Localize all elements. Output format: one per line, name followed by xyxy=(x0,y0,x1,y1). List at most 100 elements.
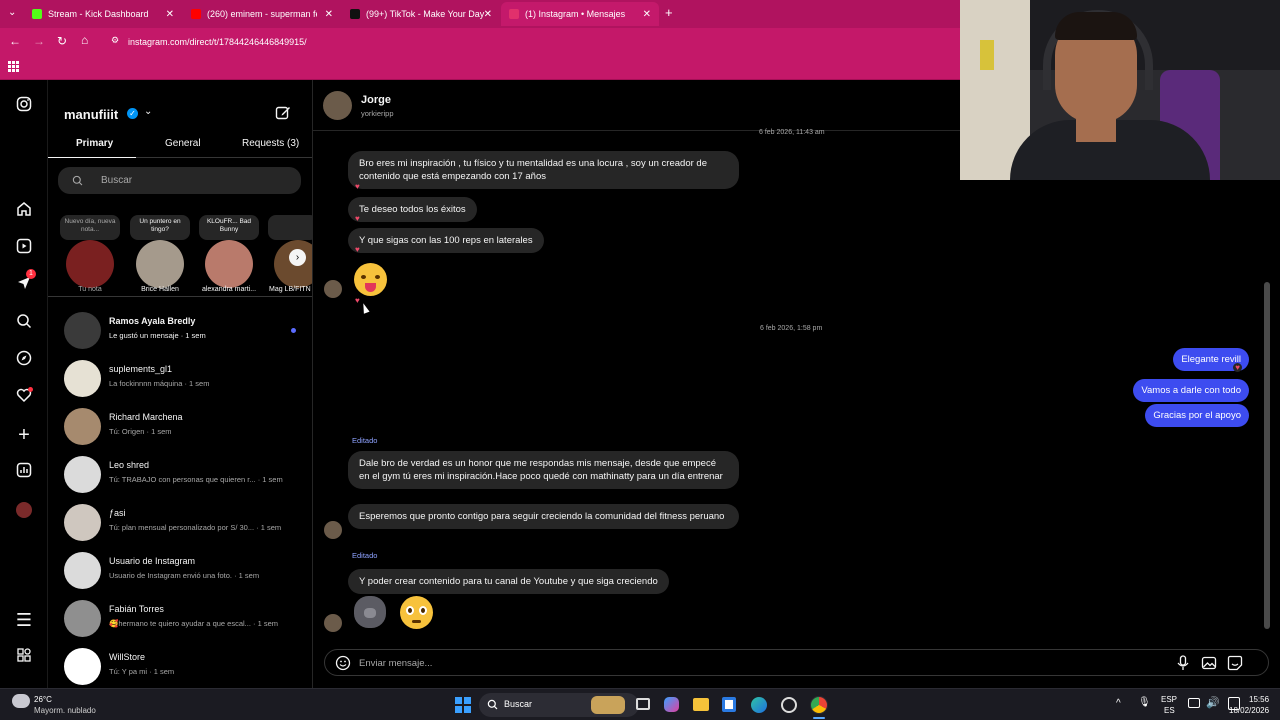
inbox-username[interactable]: manufiiit xyxy=(64,107,118,122)
clock-date[interactable]: 18/02/2026 xyxy=(1229,706,1269,715)
dashboard-icon[interactable] xyxy=(14,462,34,482)
network-icon[interactable] xyxy=(1188,698,1200,708)
app-icon[interactable] xyxy=(781,697,797,713)
close-icon[interactable]: ✕ xyxy=(643,9,651,20)
volume-icon[interactable]: 🔊 xyxy=(1206,696,1220,709)
tab-primary[interactable]: Primary xyxy=(76,138,113,149)
sticker-icon[interactable] xyxy=(1227,655,1243,671)
note-item[interactable]: Un puntero en tingo? Brice Hallen xyxy=(130,213,190,297)
received-message[interactable]: Bro eres mi inspiración , tu físico y tu… xyxy=(348,151,739,189)
copilot-icon[interactable] xyxy=(664,697,679,712)
back-icon[interactable]: ← xyxy=(9,34,21,48)
search-icon[interactable] xyxy=(14,313,34,333)
heart-reaction-icon[interactable]: ♥ xyxy=(355,182,360,191)
list-item[interactable]: ƒasi Tú: plan mensual personalizado por … xyxy=(64,502,304,546)
tongue-emoji-icon[interactable] xyxy=(354,263,387,296)
clock-time[interactable]: 15:56 xyxy=(1249,695,1269,704)
received-message[interactable]: Y que sigas con las 100 reps en laterale… xyxy=(348,228,544,253)
taskbar-search[interactable]: Buscar xyxy=(479,693,639,717)
notifications-heart-icon[interactable] xyxy=(14,387,34,407)
forward-icon[interactable]: → xyxy=(33,34,45,48)
reels-icon[interactable] xyxy=(14,238,34,258)
notes-next-icon[interactable]: › xyxy=(289,249,306,266)
site-info-icon[interactable]: ⚙ xyxy=(111,35,119,46)
language-indicator[interactable]: ESP xyxy=(1161,695,1177,704)
file-explorer-icon[interactable] xyxy=(693,698,709,711)
tab-list-chevron-icon[interactable]: ⌄ xyxy=(8,7,16,18)
chevron-down-icon[interactable]: ⌄ xyxy=(144,106,152,117)
close-icon[interactable]: ✕ xyxy=(484,9,492,20)
create-icon[interactable]: + xyxy=(14,425,34,445)
contact-avatar[interactable] xyxy=(323,91,352,120)
reload-icon[interactable]: ↻ xyxy=(57,34,67,48)
heart-reaction-icon[interactable]: ♥ xyxy=(355,214,360,223)
edge-icon[interactable] xyxy=(751,697,767,713)
instagram-logo-icon[interactable] xyxy=(14,96,34,116)
avatar xyxy=(64,456,101,493)
list-item[interactable]: Leo shred Tú: TRABAJO con personas que q… xyxy=(64,454,304,498)
sender-avatar xyxy=(324,614,342,632)
contact-name[interactable]: Jorge xyxy=(361,94,391,106)
profile-avatar[interactable] xyxy=(14,500,34,520)
close-icon[interactable]: ✕ xyxy=(166,9,174,20)
list-item[interactable]: Richard Marchena Tú: Origen · 1 sem xyxy=(64,406,304,450)
messages-icon[interactable]: 1 xyxy=(14,269,36,295)
task-view-icon[interactable] xyxy=(636,698,650,710)
image-upload-icon[interactable] xyxy=(1201,655,1217,671)
tab-general[interactable]: General xyxy=(165,138,201,149)
heart-reaction-icon[interactable]: ♥ xyxy=(355,296,360,305)
list-item[interactable]: Fabián Torres 🥰hermano te quiero ayudar … xyxy=(64,598,304,642)
close-icon[interactable]: ✕ xyxy=(325,9,333,20)
windows-start-icon[interactable] xyxy=(455,697,471,713)
avatar xyxy=(64,504,101,541)
list-item[interactable]: Usuario de Instagram Usuario de Instagra… xyxy=(64,550,304,594)
taskbar-search-label: Buscar xyxy=(504,699,533,709)
chat-scrollbar[interactable] xyxy=(1264,282,1270,629)
tab-kick[interactable]: Stream - Kick Dashboard ✕ xyxy=(24,2,182,26)
tray-chevron-icon[interactable]: ^ xyxy=(1116,698,1121,709)
inbox-panel: manufiiit ✓ ⌄ Primary General Requests (… xyxy=(48,80,313,688)
heart-reaction-icon[interactable]: ♥ xyxy=(1233,363,1242,372)
chrome-icon[interactable] xyxy=(810,696,828,714)
received-message[interactable]: Dale bro de verdad es un honor que me re… xyxy=(348,451,739,489)
weather-icon[interactable] xyxy=(12,694,30,708)
new-message-icon[interactable] xyxy=(275,105,291,126)
new-tab-icon[interactable]: + xyxy=(665,5,673,20)
emoji-picker-icon[interactable] xyxy=(335,655,351,671)
conversation-name: ƒasi xyxy=(109,508,126,518)
search-placeholder: Buscar xyxy=(101,175,133,186)
tab-requests[interactable]: Requests (3) xyxy=(242,138,299,149)
home-icon[interactable] xyxy=(14,201,34,221)
received-message[interactable]: Esperemos que pronto contigo para seguir… xyxy=(348,504,739,529)
sent-message[interactable]: Gracias por el apoyo xyxy=(1145,404,1249,427)
store-icon[interactable] xyxy=(722,697,736,712)
note-item[interactable]: KLOuFR... Bad Bunny alexandra marti... xyxy=(196,213,262,297)
home-icon[interactable]: ⌂ xyxy=(81,33,88,47)
tab-tiktok[interactable]: (99+) TikTok - Make Your Day ✕ xyxy=(342,2,500,26)
gorilla-emoji-icon[interactable] xyxy=(354,596,386,628)
search-input[interactable]: Buscar xyxy=(58,167,301,194)
pleading-emoji-icon[interactable] xyxy=(400,596,433,629)
apps-grid-icon[interactable] xyxy=(8,61,19,72)
note-label: alexandra marti... xyxy=(201,286,257,293)
message-composer[interactable]: Enviar mensaje... xyxy=(324,649,1269,676)
url-field[interactable]: instagram.com/direct/t/17844246446849915… xyxy=(128,37,307,47)
note-item[interactable]: Nuevo día, nueva nota... Tu nota xyxy=(60,213,120,297)
tab-youtube[interactable]: (260) eminem - superman feat. ✕ xyxy=(183,2,341,26)
mic-tray-icon[interactable]: 🎙 xyxy=(1138,697,1151,708)
conversation-preview: Tú: plan mensual personalizado por S/ 30… xyxy=(109,523,282,532)
explore-icon[interactable] xyxy=(14,350,34,370)
search-icon xyxy=(72,175,83,186)
received-message[interactable]: Te deseo todos los éxitos xyxy=(348,197,477,222)
microphone-icon[interactable] xyxy=(1176,655,1190,671)
windows-taskbar: 26°C Mayorm. nublado Buscar ^ 🎙 ESP ES 🔊… xyxy=(0,688,1280,720)
received-message[interactable]: Y poder crear contenido para tu canal de… xyxy=(348,569,669,594)
list-item[interactable]: suplements_gl1 La fockinnnn máquina · 1 … xyxy=(64,358,304,402)
heart-reaction-icon[interactable]: ♥ xyxy=(355,245,360,254)
tab-instagram[interactable]: (1) Instagram • Mensajes ✕ xyxy=(501,2,659,26)
list-item[interactable]: WillStore Tú: Y pa mi · 1 sem xyxy=(64,646,304,688)
meta-apps-icon[interactable] xyxy=(14,647,34,667)
more-menu-icon[interactable]: ☰ xyxy=(14,610,34,630)
list-item[interactable]: Ramos Ayala Bredly Le gustó un mensaje ·… xyxy=(64,310,304,354)
sent-message[interactable]: Vamos a darle con todo xyxy=(1133,379,1249,402)
